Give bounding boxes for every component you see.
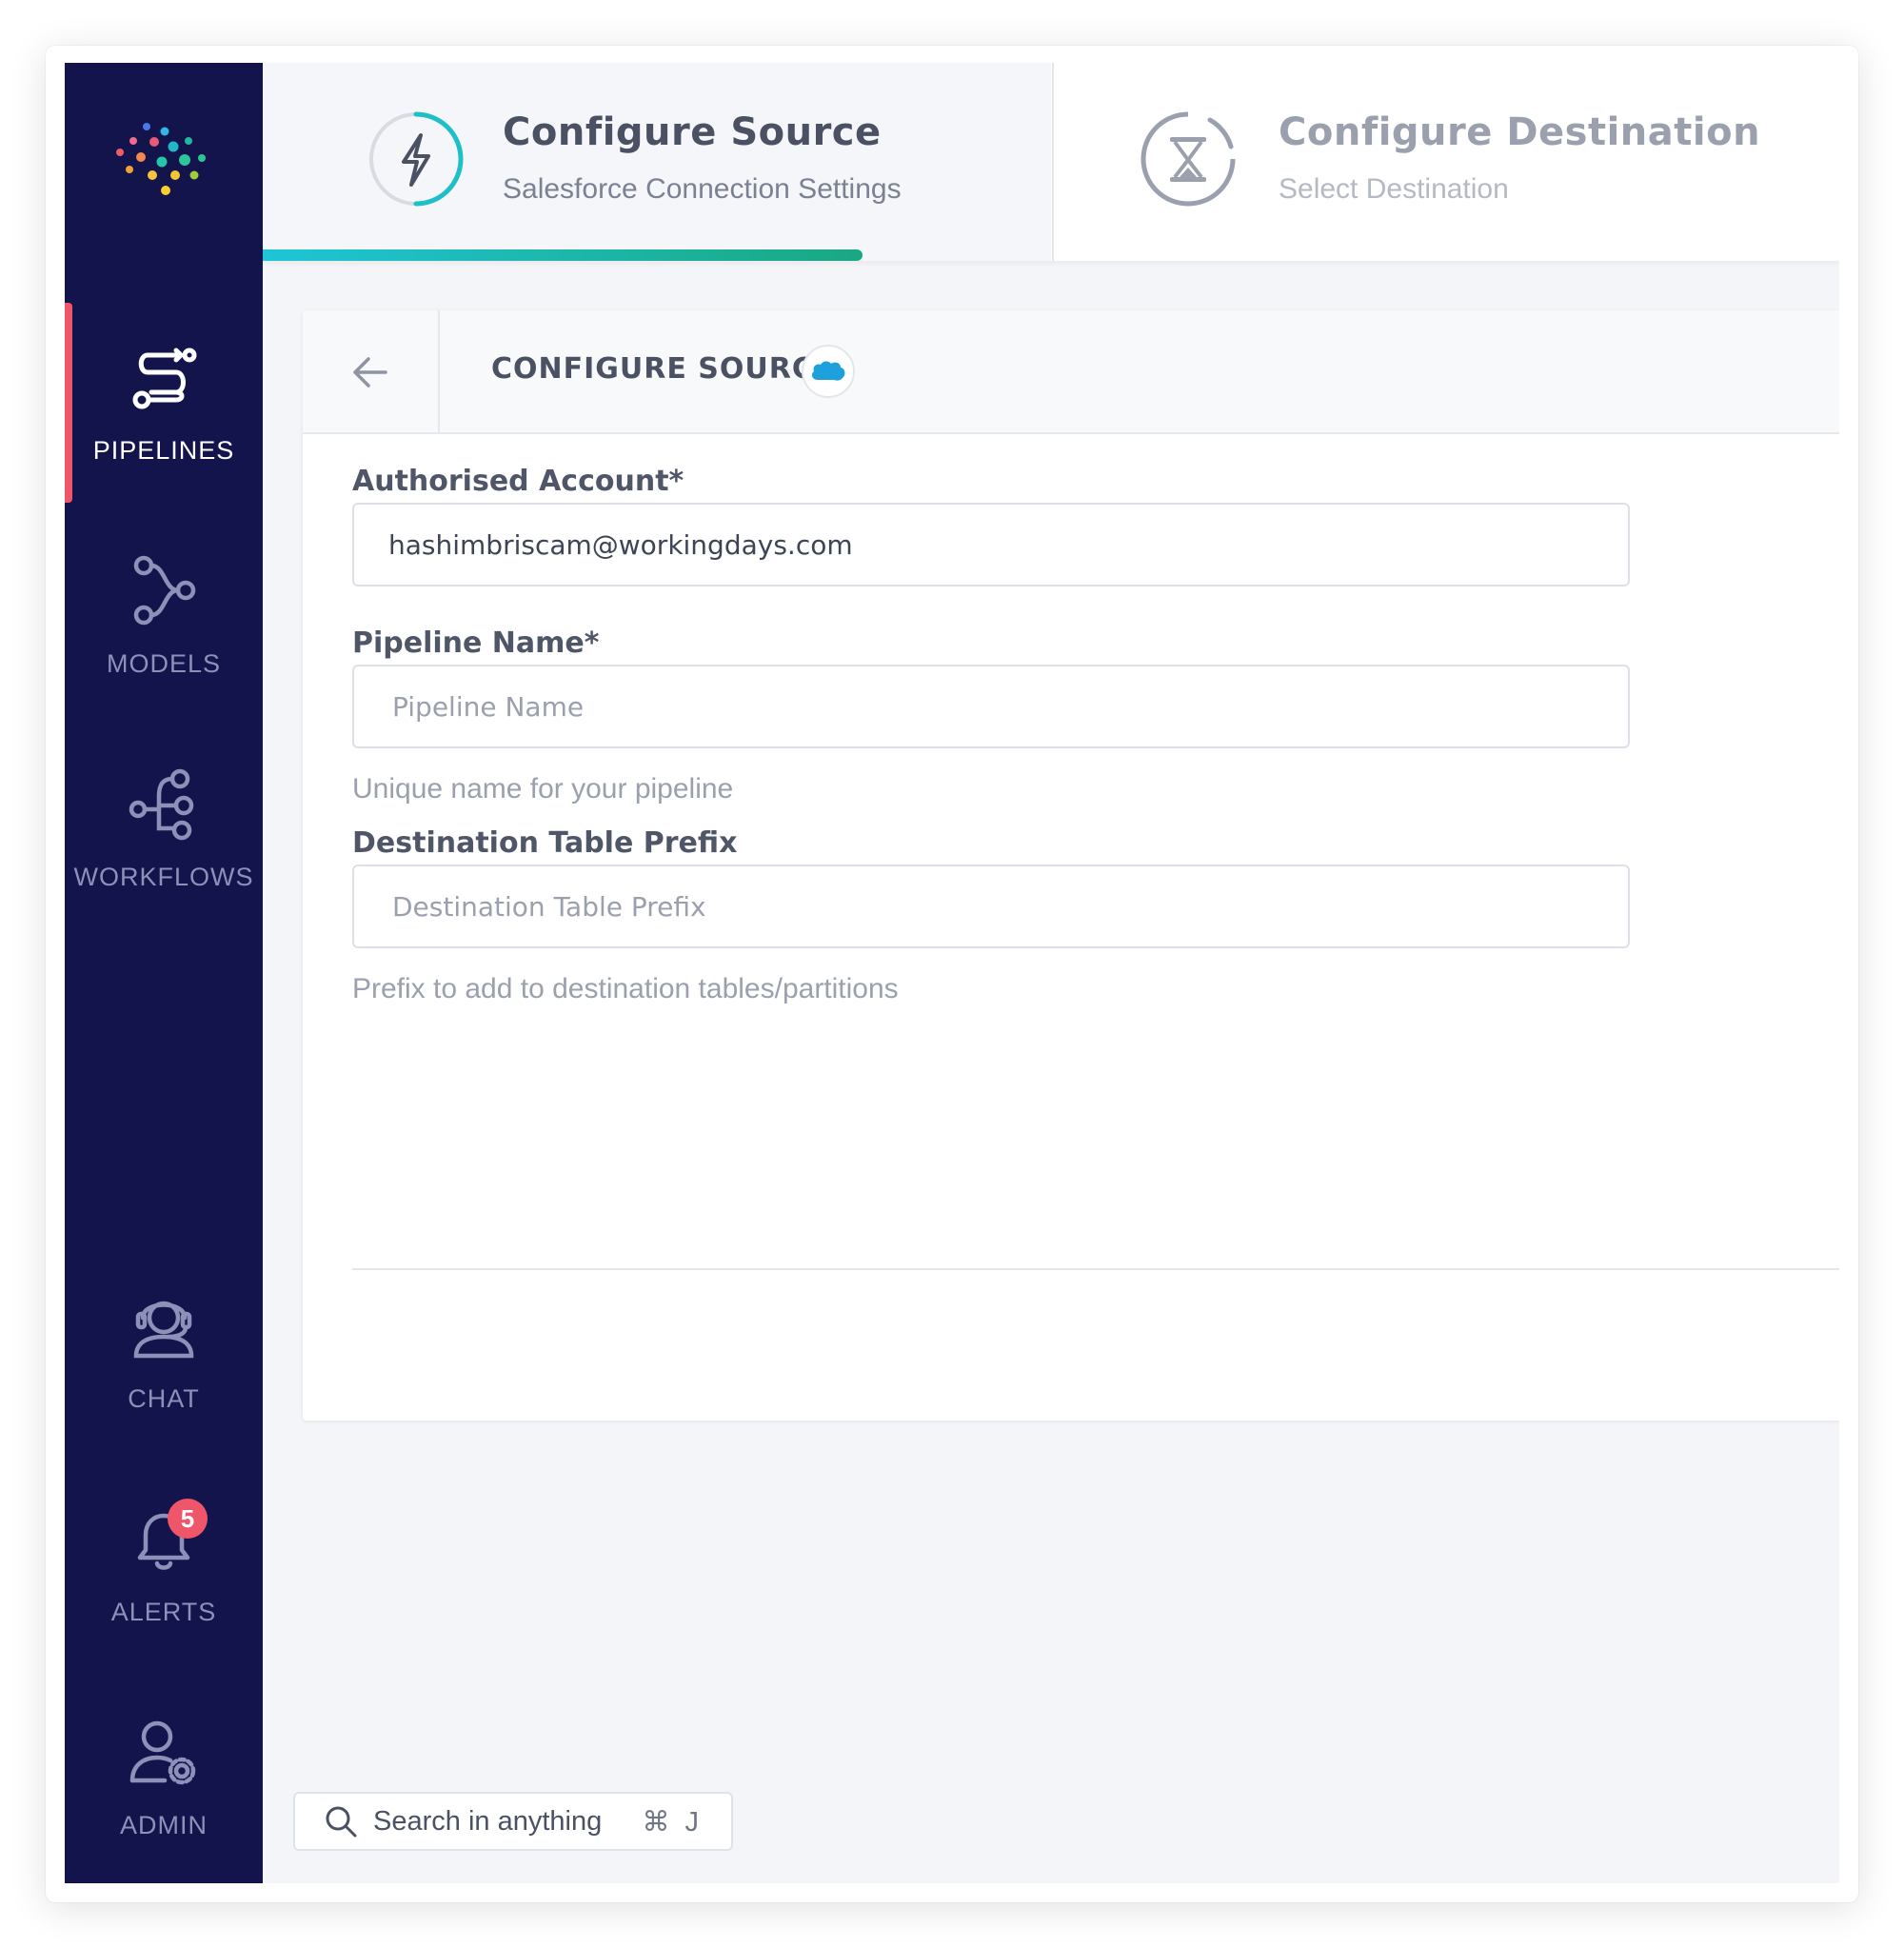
sidebar-item-alerts[interactable]: 5 ALERTS xyxy=(65,1464,263,1664)
authorised-account-label: Authorised Account* xyxy=(352,465,684,498)
pipeline-name-label: Pipeline Name* xyxy=(352,626,600,660)
pipeline-name-help: Unique name for your pipeline xyxy=(352,773,734,805)
pipelines-icon xyxy=(132,348,197,408)
table-prefix-label: Destination Table Prefix xyxy=(352,826,738,860)
pipeline-name-input[interactable] xyxy=(352,665,1630,748)
sidebar-item-models[interactable]: MODELS xyxy=(65,516,263,716)
hourglass-icon xyxy=(1140,109,1238,207)
search-shortcut: ⌘ J xyxy=(642,1806,703,1838)
search-placeholder: Search in anything xyxy=(373,1805,603,1837)
alerts-count-badge: 5 xyxy=(168,1499,208,1539)
sidebar-item-label: PIPELINES xyxy=(92,435,235,465)
step-subtitle: Select Destination xyxy=(1279,173,1509,205)
admin-icon xyxy=(129,1720,196,1784)
table-prefix-help: Prefix to add to destination tables/part… xyxy=(352,973,899,1004)
step-title: Configure Source xyxy=(503,110,882,154)
chat-icon xyxy=(133,1301,194,1358)
salesforce-cloud-icon xyxy=(811,361,845,381)
sidebar-item-workflows[interactable]: WORKFLOWS xyxy=(65,729,263,929)
step-title: Configure Destination xyxy=(1279,110,1761,154)
form-divider xyxy=(352,1268,1839,1270)
table-prefix-input[interactable] xyxy=(352,865,1630,948)
models-icon xyxy=(133,555,196,625)
authorised-account-field[interactable] xyxy=(352,503,1630,586)
sidebar-item-pipelines[interactable]: PIPELINES xyxy=(65,303,263,503)
setup-stepper: Configure Source Salesforce Connection S… xyxy=(263,63,1839,261)
step-configure-source[interactable]: Configure Source Salesforce Connection S… xyxy=(263,63,1051,261)
sidebar: PIPELINES MODELS WORKFLOWS CHAT 5 ALERTS… xyxy=(65,63,263,1883)
card-header: CONFIGURE SOURCE xyxy=(303,310,1839,434)
global-search[interactable]: Search in anything ⌘ J xyxy=(293,1792,733,1851)
back-button[interactable] xyxy=(303,310,440,434)
arrow-left-icon xyxy=(353,357,387,388)
sidebar-item-label: ADMIN xyxy=(120,1810,208,1839)
sidebar-item-chat[interactable]: CHAT xyxy=(65,1251,263,1451)
workflows-icon xyxy=(129,768,194,840)
step-configure-destination[interactable]: Configure Destination Select Destination xyxy=(1052,63,1839,261)
sidebar-item-label: ALERTS xyxy=(110,1597,217,1626)
step-progress-bar xyxy=(263,249,863,261)
app-logo[interactable] xyxy=(112,112,217,217)
step-subtitle: Salesforce Connection Settings xyxy=(503,173,902,205)
lightning-icon xyxy=(369,111,464,207)
search-icon xyxy=(326,1806,357,1838)
configure-source-card: CONFIGURE SOURCE Authorised Account* Pip… xyxy=(303,310,1839,1421)
sidebar-item-label: MODELS xyxy=(106,648,222,678)
sidebar-item-label: WORKFLOWS xyxy=(73,862,254,891)
card-title: CONFIGURE SOURCE xyxy=(491,352,835,386)
sidebar-item-admin[interactable]: ADMIN xyxy=(65,1678,263,1878)
salesforce-logo xyxy=(802,345,855,398)
app-window: PIPELINES MODELS WORKFLOWS CHAT 5 ALERTS… xyxy=(65,63,1839,1883)
sidebar-item-label: CHAT xyxy=(128,1383,200,1413)
